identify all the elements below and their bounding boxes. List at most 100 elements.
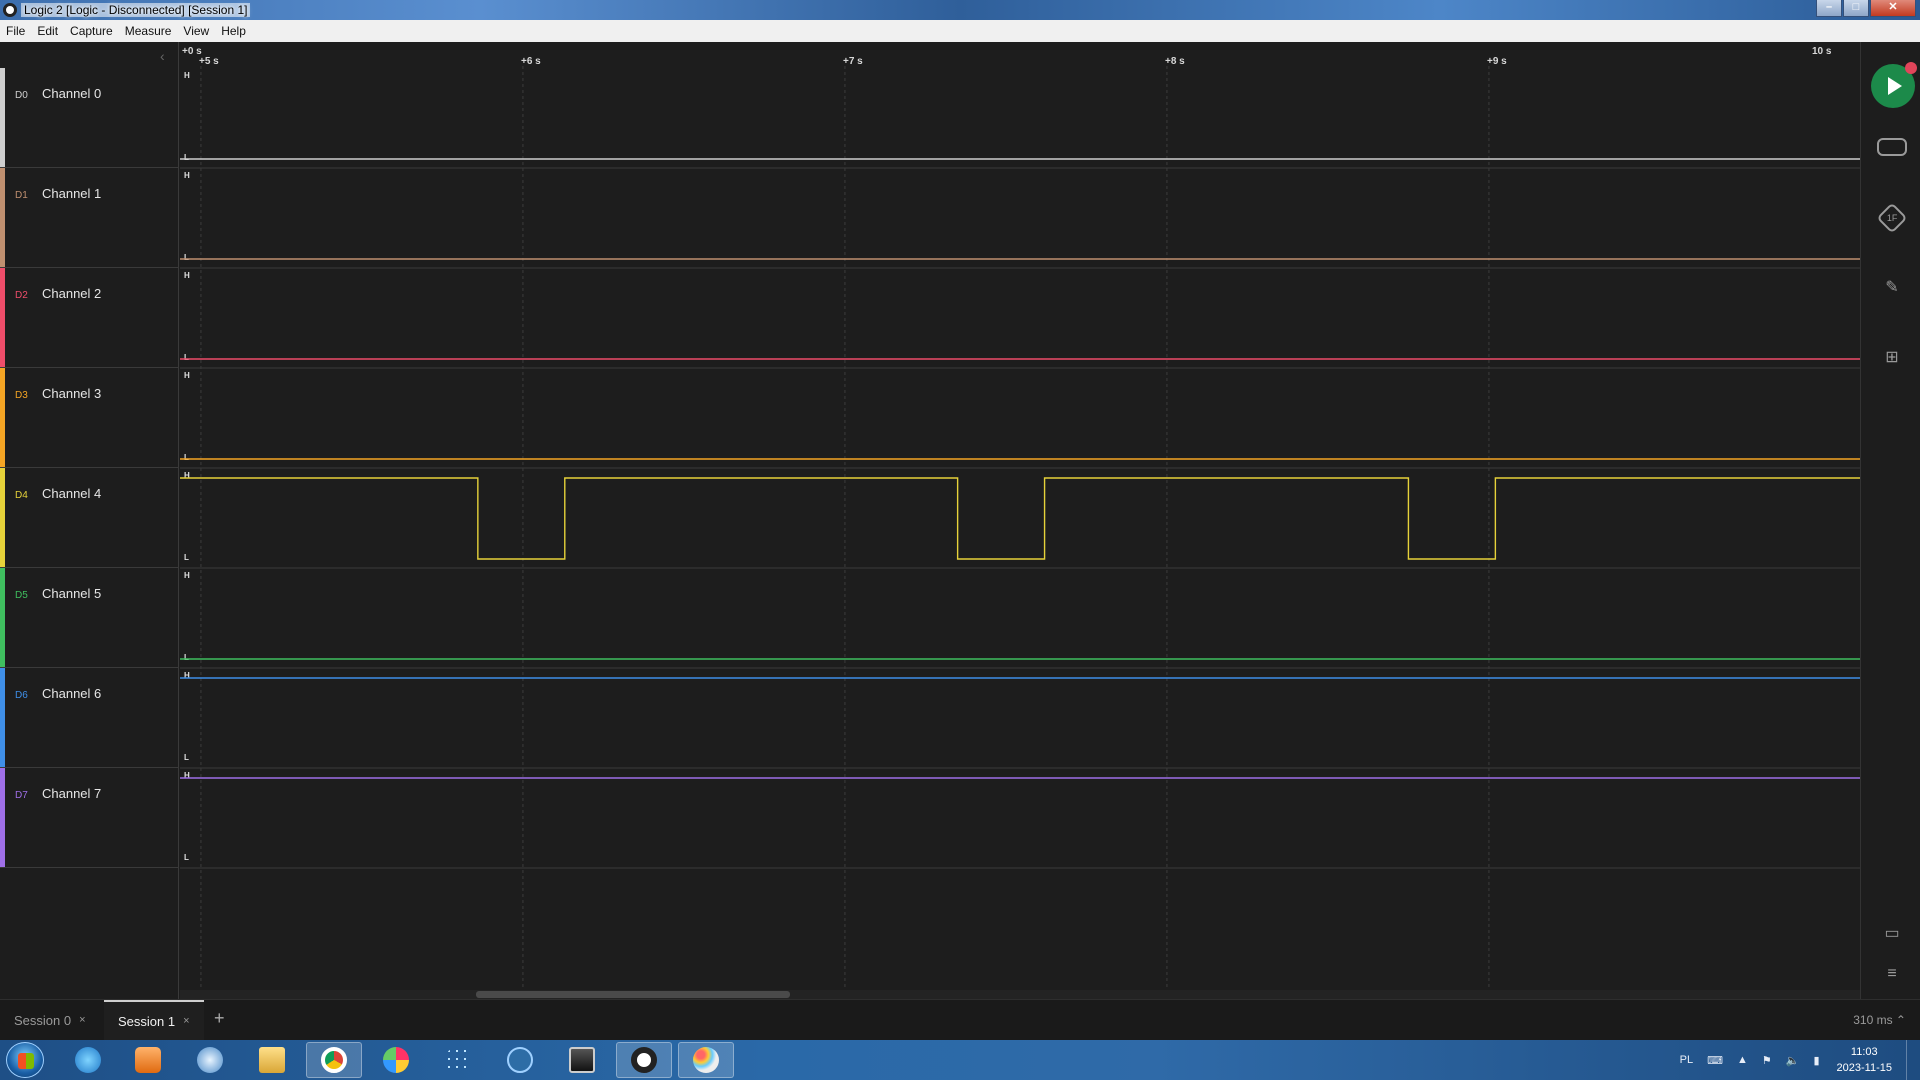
window-titlebar: Logic 2 [Logic - Disconnected] [Session … [0, 0, 1920, 20]
timeline-end-label: 10 s [1812, 46, 1832, 57]
menu-file[interactable]: File [0, 24, 31, 38]
media-player-icon[interactable] [120, 1042, 176, 1078]
menu-bar: File Edit Capture Measure View Help [0, 20, 1920, 42]
volume-icon[interactable]: 🔈 [1786, 1054, 1800, 1067]
channel-id: D6 [15, 690, 28, 701]
chrome-icon[interactable] [306, 1042, 362, 1078]
tab-label: Session 0 [14, 1012, 72, 1028]
taskbar: PL ⌨ ▲ ⚑ 🔈 ▮ 11:03 2023-11-15 [0, 1040, 1920, 1080]
file-explorer-icon[interactable] [244, 1042, 300, 1078]
channel-name[interactable]: Channel 6 [42, 686, 101, 701]
add-session-button[interactable]: + [214, 1008, 225, 1029]
channel-id: D5 [15, 590, 28, 601]
channel-name[interactable]: Channel 1 [42, 186, 101, 201]
menu-edit[interactable]: Edit [31, 24, 64, 38]
network-signal-icon[interactable]: ▮ [1813, 1054, 1819, 1067]
low-level-label: L [184, 153, 189, 162]
hamburger-menu-icon[interactable]: ≡ [1878, 962, 1906, 986]
channel-color-stripe [0, 768, 5, 867]
horizontal-scrollbar[interactable] [180, 990, 1860, 999]
tick-label: +7 s [843, 56, 863, 67]
low-level-label: L [184, 253, 189, 262]
channel-id: D1 [15, 190, 28, 201]
channel-waveform [180, 477, 1860, 560]
channel-name[interactable]: Channel 3 [42, 386, 101, 401]
show-desktop-button[interactable] [1906, 1040, 1920, 1080]
scrollbar-thumb[interactable] [476, 991, 790, 998]
high-level-label: H [184, 371, 190, 380]
channel-color-stripe [0, 568, 5, 667]
close-tab-icon[interactable]: × [183, 1015, 189, 1027]
puzzle-app-icon[interactable] [368, 1042, 424, 1078]
menu-view[interactable]: View [177, 24, 215, 38]
clock[interactable]: 11:03 2023-11-15 [1837, 1044, 1892, 1076]
system-tray: PL ⌨ ▲ ⚑ 🔈 ▮ 11:03 2023-11-15 [1673, 1040, 1920, 1080]
windows-logo-icon [18, 1053, 34, 1069]
low-level-label: L [184, 653, 189, 662]
maximize-icon[interactable]: □ [1843, 0, 1869, 17]
channel-row[interactable]: D1 Channel 1 [0, 168, 179, 268]
device-settings-icon[interactable] [1877, 138, 1907, 156]
channel-id: D2 [15, 290, 28, 301]
low-level-label: L [184, 453, 189, 462]
high-level-label: H [184, 71, 190, 80]
channel-color-stripe [0, 168, 5, 267]
menu-capture[interactable]: Capture [64, 24, 119, 38]
channel-color-stripe [0, 468, 5, 567]
ruler-icon[interactable]: ✎ [1878, 276, 1906, 300]
start-button[interactable] [6, 1042, 44, 1078]
channel-color-stripe [0, 268, 5, 367]
channel-row[interactable]: D6 Channel 6 [0, 668, 179, 768]
tick-label: +9 s [1487, 56, 1507, 67]
trigger-icon[interactable]: 1F [1876, 202, 1908, 234]
tab-session-1[interactable]: Session 1 × [104, 1000, 204, 1040]
action-center-flag-icon[interactable]: ⚑ [1762, 1054, 1772, 1067]
channel-name[interactable]: Channel 5 [42, 586, 101, 601]
channel-row[interactable]: D3 Channel 3 [0, 368, 179, 468]
video-editor-icon[interactable] [554, 1042, 610, 1078]
internet-explorer-icon[interactable] [60, 1042, 116, 1078]
logic2-icon[interactable] [616, 1042, 672, 1078]
mu-editor-icon[interactable] [492, 1042, 548, 1078]
menu-help[interactable]: Help [215, 24, 252, 38]
extensions-icon[interactable]: ⊞ [1878, 346, 1906, 370]
tab-session-0[interactable]: Session 0 × [0, 1000, 100, 1040]
close-tab-icon[interactable]: × [79, 1014, 85, 1026]
keyboard-icon[interactable]: ⌨ [1707, 1054, 1723, 1067]
waveform-canvas[interactable]: HLHLHLHLHLHLHLHL [180, 42, 1860, 999]
low-level-label: L [184, 353, 189, 362]
comment-icon[interactable]: ▭ [1878, 922, 1906, 946]
capture-duration[interactable]: 310 ms ⌃ [1853, 1013, 1906, 1027]
channel-color-stripe [0, 668, 5, 767]
play-icon [1888, 77, 1902, 95]
high-level-label: H [184, 271, 190, 280]
channel-row[interactable]: D5 Channel 5 [0, 568, 179, 668]
ie-alt-icon[interactable] [182, 1042, 238, 1078]
tick-label: +5 s [199, 56, 219, 67]
app-main: ‹ D0 Channel 0 D1 Channel 1 D2 Channel 2 D3 Cha… [0, 42, 1920, 1040]
clock-date: 2023-11-15 [1836, 1062, 1892, 1074]
paint-icon[interactable] [678, 1042, 734, 1078]
channel-name[interactable]: Channel 0 [42, 86, 101, 101]
logic2-app-icon [3, 3, 17, 17]
channel-row[interactable]: D0 Channel 0 [0, 68, 179, 168]
tab-label: Session 1 [118, 1013, 176, 1029]
waveform-area[interactable]: HLHLHLHLHLHLHLHL +0 s 10 s +5 s +6 s +7 … [180, 42, 1860, 999]
show-hidden-icons-icon[interactable]: ▲ [1737, 1054, 1748, 1066]
language-indicator[interactable]: PL [1680, 1054, 1693, 1066]
chevron-left-icon[interactable]: ‹ [160, 48, 165, 64]
right-toolbar: 1F ✎ ⊞ ▭ ≡ [1860, 42, 1920, 999]
channel-name[interactable]: Channel 2 [42, 286, 101, 301]
channel-row[interactable]: D2 Channel 2 [0, 268, 179, 368]
close-icon[interactable]: ✕ [1870, 0, 1916, 17]
channel-row[interactable]: D4 Channel 4 [0, 468, 179, 568]
minimize-icon[interactable]: – [1816, 0, 1842, 17]
menu-measure[interactable]: Measure [119, 24, 178, 38]
channel-row[interactable]: D7 Channel 7 [0, 768, 179, 868]
channel-color-stripe [0, 68, 5, 167]
high-level-label: H [184, 571, 190, 580]
start-capture-button[interactable] [1871, 62, 1917, 108]
channel-name[interactable]: Channel 4 [42, 486, 101, 501]
dots-app-icon[interactable] [430, 1042, 486, 1078]
channel-name[interactable]: Channel 7 [42, 786, 101, 801]
